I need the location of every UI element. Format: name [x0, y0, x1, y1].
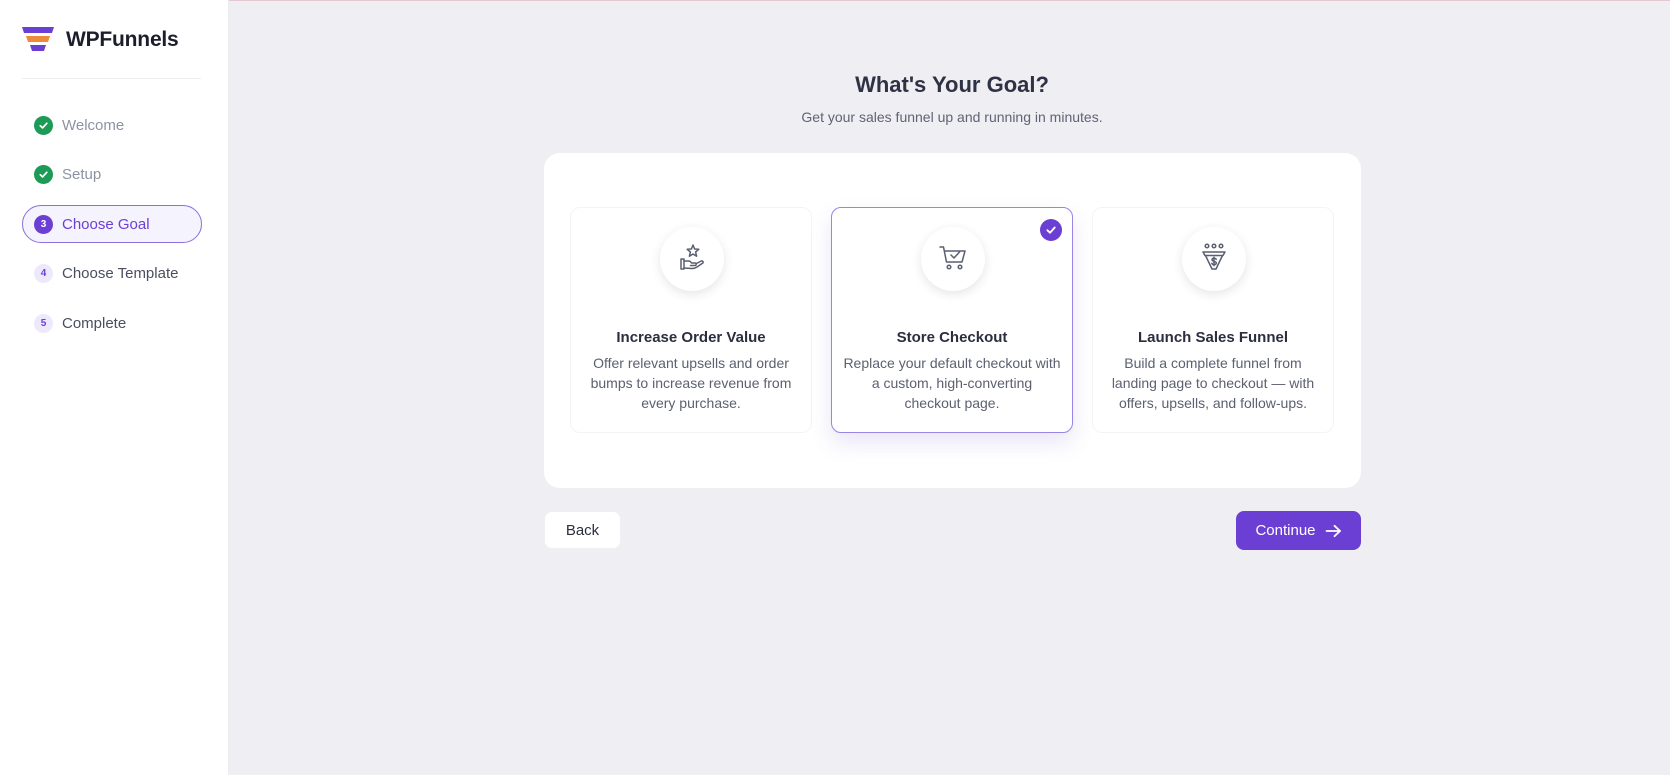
step-label: Complete: [62, 314, 127, 332]
cart-check-icon: [937, 241, 969, 278]
icon-circle: [1182, 227, 1246, 291]
card-title: Launch Sales Funnel: [1137, 329, 1289, 346]
top-border: [0, 0, 1670, 1]
page-subtitle: Get your sales funnel up and running in …: [801, 109, 1103, 125]
step-number: 5: [34, 313, 53, 333]
step-choose-goal[interactable]: 3 Choose Goal: [22, 205, 202, 243]
selected-check-icon: [1040, 219, 1062, 241]
continue-label: Continue: [1255, 522, 1316, 539]
step-number: 3: [34, 214, 53, 234]
setup-steps: Welcome Setup 3 Choose Goal 4 Choose Tem…: [22, 106, 202, 354]
funnel-dollar-icon: [1198, 241, 1230, 278]
step-label: Welcome: [62, 116, 125, 134]
icon-circle: [660, 227, 724, 291]
card-description: Replace your default checkout with a cus…: [843, 355, 1061, 411]
step-welcome[interactable]: Welcome: [22, 106, 202, 144]
step-choose-template[interactable]: 4 Choose Template: [22, 255, 202, 293]
back-button[interactable]: Back: [544, 511, 621, 549]
check-icon: [34, 165, 53, 184]
sidebar: WPFunnels Welcome Setup 3 Choose Goal 4 …: [0, 0, 229, 775]
card-description: Offer relevant upsells and order bumps t…: [590, 355, 792, 411]
wpfunnels-logo-icon: [22, 27, 54, 53]
check-icon: [34, 115, 53, 135]
card-title: Store Checkout: [896, 329, 1008, 346]
hand-star-icon: [676, 241, 708, 278]
brand-name: WPFunnels: [66, 28, 179, 51]
card-title: Increase Order Value: [616, 329, 766, 346]
step-label: Choose Template: [62, 265, 179, 282]
icon-circle: [921, 227, 985, 291]
goal-card-store-checkout[interactable]: Store Checkout Replace your default chec…: [831, 207, 1073, 433]
brand: WPFunnels: [22, 24, 179, 56]
step-complete[interactable]: 5 Complete: [22, 304, 202, 342]
page-title: What's Your Goal?: [855, 72, 1049, 97]
card-description: Build a complete funnel from landing pag…: [1111, 355, 1315, 411]
continue-button[interactable]: Continue: [1236, 511, 1361, 550]
brand-divider: [22, 78, 201, 79]
step-number: 4: [34, 264, 53, 283]
step-label: Setup: [62, 166, 102, 183]
goal-card-launch-sales-funnel[interactable]: Launch Sales Funnel Build a complete fun…: [1092, 207, 1334, 433]
arrow-right-icon: [1325, 524, 1342, 538]
goal-card-increase-order-value[interactable]: Increase Order Value Offer relevant upse…: [570, 207, 812, 433]
step-setup[interactable]: Setup: [22, 156, 202, 194]
step-label: Choose Goal: [62, 215, 150, 233]
goal-panel: Increase Order Value Offer relevant upse…: [544, 153, 1361, 488]
